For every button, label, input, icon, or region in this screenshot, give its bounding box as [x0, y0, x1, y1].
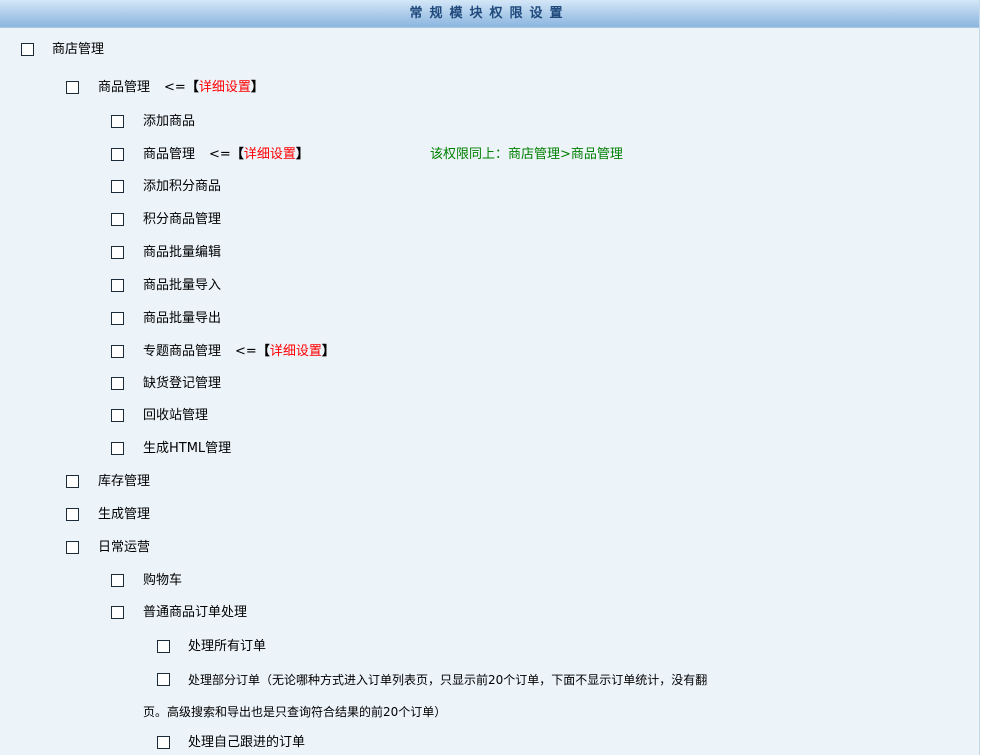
label-stock-mgmt: 库存管理 — [98, 474, 151, 489]
checkbox-order-processing[interactable] — [111, 606, 124, 619]
label-goods-mgmt-2: 商品管理 — [143, 147, 196, 162]
perm-row-process-partial-cont: 页。高级搜索和导出也是只查询符合结果的前20个订单） — [0, 702, 979, 722]
detail-settings-link[interactable]: 详细设置 — [199, 80, 251, 95]
perm-row-stockout-mgmt: 缺货登记管理 — [0, 374, 979, 394]
bracket-open: 【 — [230, 147, 244, 162]
checkbox-points-goods-mgmt[interactable] — [111, 213, 124, 226]
checkbox-batch-edit[interactable] — [111, 246, 124, 259]
perm-row-cart: 购物车 — [0, 571, 979, 591]
arrow-indicator: <= — [235, 344, 257, 359]
perm-row-batch-edit: 商品批量编辑 — [0, 243, 979, 263]
checkbox-process-partial[interactable] — [157, 673, 170, 686]
perm-row-daily-ops: 日常运营 — [0, 538, 979, 558]
checkbox-shop-mgmt[interactable] — [21, 43, 34, 56]
label-add-points-goods: 添加积分商品 — [143, 179, 222, 194]
bracket-close: 】 — [250, 80, 264, 95]
checkbox-html-mgmt[interactable] — [111, 442, 124, 455]
arrow-indicator: <= — [164, 80, 186, 95]
label-cart: 购物车 — [143, 573, 183, 588]
label-goods-mgmt: 商品管理 — [98, 80, 151, 95]
bracket-close: 】 — [321, 344, 335, 359]
perm-row-add-points-goods: 添加积分商品 — [0, 177, 979, 197]
bracket-open: 【 — [256, 344, 270, 359]
label-daily-ops: 日常运营 — [98, 540, 151, 555]
perm-row-gen-mgmt: 生成管理 — [0, 505, 979, 525]
checkbox-process-own[interactable] — [157, 736, 170, 749]
perm-row-goods-mgmt: 商品管理 <=【详细设置】 — [0, 78, 979, 98]
label-stockout-mgmt: 缺货登记管理 — [143, 376, 222, 391]
checkbox-batch-import[interactable] — [111, 279, 124, 292]
checkbox-process-all[interactable] — [157, 640, 170, 653]
permission-panel: 常规模块权限设置 商店管理 商品管理 <=【详细设置】 添加商品 商品管理 <=【详… — [0, 0, 980, 755]
bracket-open: 【 — [185, 80, 199, 95]
label-html-mgmt: 生成HTML管理 — [143, 441, 232, 456]
perm-row-process-own: 处理自己跟进的订单 — [0, 733, 979, 753]
label-process-partial-line2: 页。高级搜索和导出也是只查询符合结果的前20个订单） — [143, 705, 447, 719]
checkbox-goods-mgmt-2[interactable] — [111, 148, 124, 161]
label-process-partial-line1: 处理部分订单（无论哪种方式进入订单列表页，只显示前20个订单，下面不显示订单统计… — [188, 673, 708, 687]
label-topic-goods-mgmt: 专题商品管理 — [143, 344, 222, 359]
label-order-processing: 普通商品订单处理 — [143, 605, 248, 620]
perm-row-points-goods-mgmt: 积分商品管理 — [0, 210, 979, 230]
perm-row-batch-export: 商品批量导出 — [0, 309, 979, 329]
detail-settings-link[interactable]: 详细设置 — [270, 344, 322, 359]
perm-row-html-mgmt: 生成HTML管理 — [0, 439, 979, 459]
perm-row-topic-goods-mgmt: 专题商品管理 <=【详细设置】 — [0, 342, 979, 362]
panel-title: 常规模块权限设置 — [0, 0, 979, 28]
checkbox-add-goods[interactable] — [111, 115, 124, 128]
checkbox-stock-mgmt[interactable] — [66, 475, 79, 488]
checkbox-topic-goods-mgmt[interactable] — [111, 345, 124, 358]
checkbox-batch-export[interactable] — [111, 312, 124, 325]
label-batch-export: 商品批量导出 — [143, 311, 222, 326]
perm-row-recycle-mgmt: 回收站管理 — [0, 406, 979, 426]
label-points-goods-mgmt: 积分商品管理 — [143, 212, 222, 227]
checkbox-cart[interactable] — [111, 574, 124, 587]
perm-row-stock-mgmt: 库存管理 — [0, 472, 979, 492]
label-shop-mgmt: 商店管理 — [52, 42, 105, 57]
checkbox-add-points-goods[interactable] — [111, 180, 124, 193]
label-batch-import: 商品批量导入 — [143, 278, 222, 293]
arrow-indicator: <= — [209, 147, 231, 162]
checkbox-goods-mgmt[interactable] — [66, 81, 79, 94]
checkbox-daily-ops[interactable] — [66, 541, 79, 554]
perm-row-batch-import: 商品批量导入 — [0, 276, 979, 296]
detail-settings-link[interactable]: 详细设置 — [244, 147, 296, 162]
perm-row-goods-mgmt-2: 商品管理 <=【详细设置】 该权限同上：商店管理>商品管理 — [0, 145, 979, 165]
bracket-close: 】 — [295, 147, 309, 162]
label-recycle-mgmt: 回收站管理 — [143, 408, 209, 423]
checkbox-recycle-mgmt[interactable] — [111, 409, 124, 422]
checkbox-stockout-mgmt[interactable] — [111, 377, 124, 390]
duplicate-permission-note: 该权限同上：商店管理>商品管理 — [430, 147, 623, 162]
perm-row-order-processing: 普通商品订单处理 — [0, 603, 979, 623]
perm-row-add-goods: 添加商品 — [0, 112, 979, 132]
perm-row-process-all: 处理所有订单 — [0, 637, 979, 657]
label-batch-edit: 商品批量编辑 — [143, 245, 222, 260]
checkbox-gen-mgmt[interactable] — [66, 508, 79, 521]
label-process-own: 处理自己跟进的订单 — [188, 735, 306, 750]
label-process-all: 处理所有订单 — [188, 639, 267, 654]
perm-row-shop-mgmt: 商店管理 — [0, 40, 979, 60]
label-gen-mgmt: 生成管理 — [98, 507, 151, 522]
label-add-goods: 添加商品 — [143, 114, 196, 129]
perm-row-process-partial: 处理部分订单（无论哪种方式进入订单列表页，只显示前20个订单，下面不显示订单统计… — [0, 670, 979, 690]
